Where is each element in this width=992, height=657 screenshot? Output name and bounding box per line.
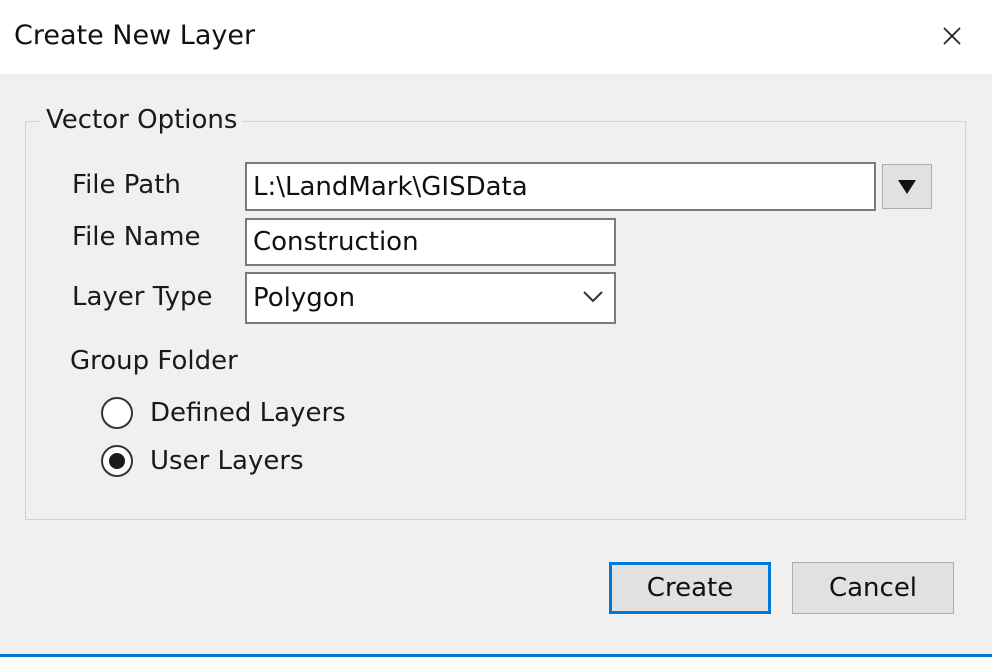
create-layer-dialog: Create New Layer Vector Options File Pat… [0,0,992,657]
file-name-input[interactable]: Construction [245,218,616,266]
file-path-label: File Path [72,170,181,200]
cancel-button[interactable]: Cancel [792,562,954,614]
create-button[interactable]: Create [609,562,771,614]
file-name-label: File Name [72,222,201,252]
radio-label: Defined Layers [150,398,346,428]
triangle-down-icon [898,179,916,194]
file-path-input[interactable]: L:\LandMark\GISData [245,162,876,211]
dialog-title: Create New Layer [14,20,256,51]
layer-type-select[interactable]: Polygon [245,272,616,324]
radio-label: User Layers [150,446,304,476]
radio-defined-layers[interactable]: Defined Layers [101,397,346,429]
group-folder-label: Group Folder [70,346,238,376]
chevron-down-icon [583,291,603,303]
radio-selected-dot [109,453,125,469]
file-path-browse-button[interactable] [882,164,932,209]
radio-circle[interactable] [101,397,133,429]
layer-type-selected-value: Polygon [253,283,356,313]
layer-type-label: Layer Type [72,282,213,312]
vector-options-legend: Vector Options [41,105,243,135]
close-button[interactable] [924,12,980,60]
radio-user-layers[interactable]: User Layers [101,445,304,477]
close-icon [943,27,961,45]
radio-circle[interactable] [101,445,133,477]
title-bar: Create New Layer [0,0,992,74]
